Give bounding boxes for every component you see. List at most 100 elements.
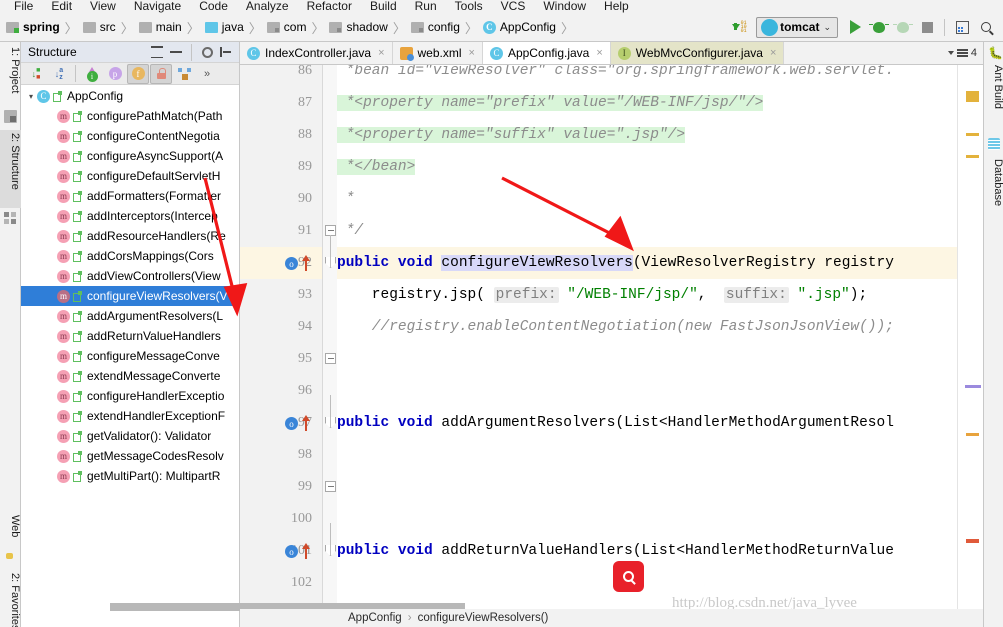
breadcrumb-method[interactable]: configureViewResolvers() [418,612,549,624]
close-icon[interactable]: × [469,47,475,59]
breadcrumb-item-src[interactable]: src [82,20,116,34]
structure-tree-item[interactable]: m configureAsyncSupport(A [21,146,239,166]
code-line[interactable] [337,471,957,503]
menu-item-build[interactable]: Build [361,0,406,13]
sidebar-item-ant-build[interactable]: Ant Build [984,62,1003,124]
expand-all-icon[interactable] [149,44,165,60]
menu-item-view[interactable]: View [81,0,125,13]
stop-button[interactable] [916,16,938,38]
code-line[interactable] [337,503,957,535]
marker-warning[interactable] [966,133,979,136]
structure-tree-item[interactable]: m getMessageCodesResolv [21,446,239,466]
breadcrumb-item-shadow[interactable]: shadow [329,20,388,34]
structure-tree-item[interactable]: m addArgumentResolvers(L [21,306,239,326]
breadcrumb-class[interactable]: AppConfig [348,612,402,624]
bookmark-icon[interactable]: o [285,417,298,430]
bookmark-icon[interactable]: o [285,257,298,270]
code-line[interactable]: * [337,183,957,215]
chevron-down-icon[interactable] [947,51,954,55]
code-line[interactable] [337,567,957,599]
structure-tree-item[interactable]: m addViewControllers(View [21,266,239,286]
fold-toggle[interactable] [325,481,336,492]
structure-tree-item[interactable]: m configureDefaultServletH [21,166,239,186]
menu-item-run[interactable]: Run [406,0,446,13]
structure-tree-item[interactable]: m getMultiPart(): MultipartR [21,466,239,486]
hide-panel-icon[interactable] [218,44,234,60]
editor-gutter[interactable]: 86 87 88 89 90 91 92 o 93 94 95 96 97 o 98 99 100 101 o 102… [240,63,323,627]
search-badge-overlay[interactable] [613,561,644,592]
menu-item-code[interactable]: Code [190,0,237,13]
close-icon[interactable]: × [596,47,602,59]
code-line[interactable]: *bean id=″viewResolver″ class=″org.sprin… [337,65,957,87]
menu-item-help[interactable]: Help [595,0,638,13]
breadcrumb-item-appconfig[interactable]: C AppConfig [482,20,556,34]
menu-item-refactor[interactable]: Refactor [298,0,361,13]
code-line[interactable]: *<property name=″prefix″ value=″/WEB-INF… [337,87,957,119]
code-line[interactable]: public void addReturnValueHandlers(List<… [337,535,957,567]
marker-warning[interactable] [966,91,979,102]
sidebar-item-database[interactable]: Database [984,156,1003,218]
menu-item-analyze[interactable]: Analyze [237,0,298,13]
sort-alphabetically-icon[interactable]: ↓ a z [48,64,70,84]
structure-tree-item[interactable]: m getValidator(): Validator [21,426,239,446]
menu-item-edit[interactable]: Edit [42,0,81,13]
breadcrumb-item-spring[interactable]: spring [6,20,60,34]
show-non-public-icon[interactable] [150,63,172,84]
code-line[interactable] [337,343,957,375]
run-button[interactable] [844,16,866,38]
structure-tree-item[interactable]: ▾ C AppConfig [21,86,239,106]
code-line[interactable]: public void configureViewResolvers(ViewR… [337,247,957,279]
editor-fold-column[interactable] [323,65,337,627]
fold-toggle[interactable] [325,353,336,364]
close-icon[interactable]: × [770,47,776,59]
structure-tree-item[interactable]: m configureContentNegotia [21,126,239,146]
tab-app-config[interactable]: C AppConfig.java × [482,42,611,64]
menu-item-vcs[interactable]: VCS [492,0,535,13]
tab-list-icon[interactable] [956,49,968,57]
breadcrumb-item-com[interactable]: com [266,20,306,34]
update-project-icon[interactable]: 01 10 01 [728,16,750,38]
breadcrumb-item-config[interactable]: config [410,20,460,34]
bookmark-icon[interactable]: o [285,545,298,558]
code-line[interactable]: *<property name=″suffix″ value=″.jsp″/> [337,119,957,151]
run-configuration-selector[interactable]: tomcat ⌄ [756,16,838,38]
structure-tree-item[interactable]: m addCorsMappings(Cors [21,246,239,266]
code-line[interactable]: *</bean> [337,151,957,183]
overriding-method-icon[interactable] [302,415,311,431]
structure-tree-item[interactable]: m addReturnValueHandlers [21,326,239,346]
code-line[interactable]: //registry.enableContentNegotiation(new … [337,311,957,343]
chevron-down-icon[interactable]: ▾ [25,92,37,101]
marker-warning[interactable] [966,155,979,158]
run-with-coverage-button[interactable] [892,16,914,38]
show-inherited-icon[interactable]: i [81,64,103,84]
close-icon[interactable]: × [378,47,384,59]
overriding-method-icon[interactable] [302,543,311,559]
menu-item-tools[interactable]: Tools [446,0,492,13]
debug-button[interactable] [868,16,890,38]
marker-warning[interactable] [966,433,979,436]
marker-error[interactable] [966,539,979,543]
more-options-icon[interactable]: » [196,64,218,84]
code-line[interactable] [337,375,957,407]
code-line[interactable]: public void addArgumentResolvers(List<Ha… [337,407,957,439]
overriding-method-icon[interactable] [302,255,311,271]
search-everywhere-button[interactable] [975,16,997,38]
sort-by-visibility-icon[interactable]: ↓ ■ ■ [25,64,47,84]
tab-web-xml[interactable]: x web.xml × [393,42,483,64]
project-structure-button[interactable] [951,16,973,38]
structure-tree-item[interactable]: m configureViewResolvers(V [21,286,239,306]
structure-tree-item[interactable]: m extendMessageConverte [21,366,239,386]
settings-gear-icon[interactable] [199,44,215,60]
structure-tree-item[interactable]: m addInterceptors(Intercep [21,206,239,226]
code-line[interactable] [337,439,957,471]
tab-webmvc-configurer[interactable]: I WebMvcConfigurer.java × [610,42,785,64]
structure-tree-item[interactable]: m addResourceHandlers(Re [21,226,239,246]
structure-tree-item[interactable]: m addFormatters(Formatter [21,186,239,206]
editor-code[interactable]: *bean id=″viewResolver″ class=″org.sprin… [337,65,957,627]
menu-item-file[interactable]: File [5,0,42,13]
collapse-all-icon[interactable] [168,44,184,60]
sidebar-item-favorites[interactable]: 2: Favorites [0,570,21,627]
code-line[interactable]: registry.jsp( prefix: ″/WEB-INF/jsp/″, s… [337,279,957,311]
marker-changed[interactable] [965,385,981,388]
sidebar-item-project[interactable]: 1: Project [0,44,21,106]
